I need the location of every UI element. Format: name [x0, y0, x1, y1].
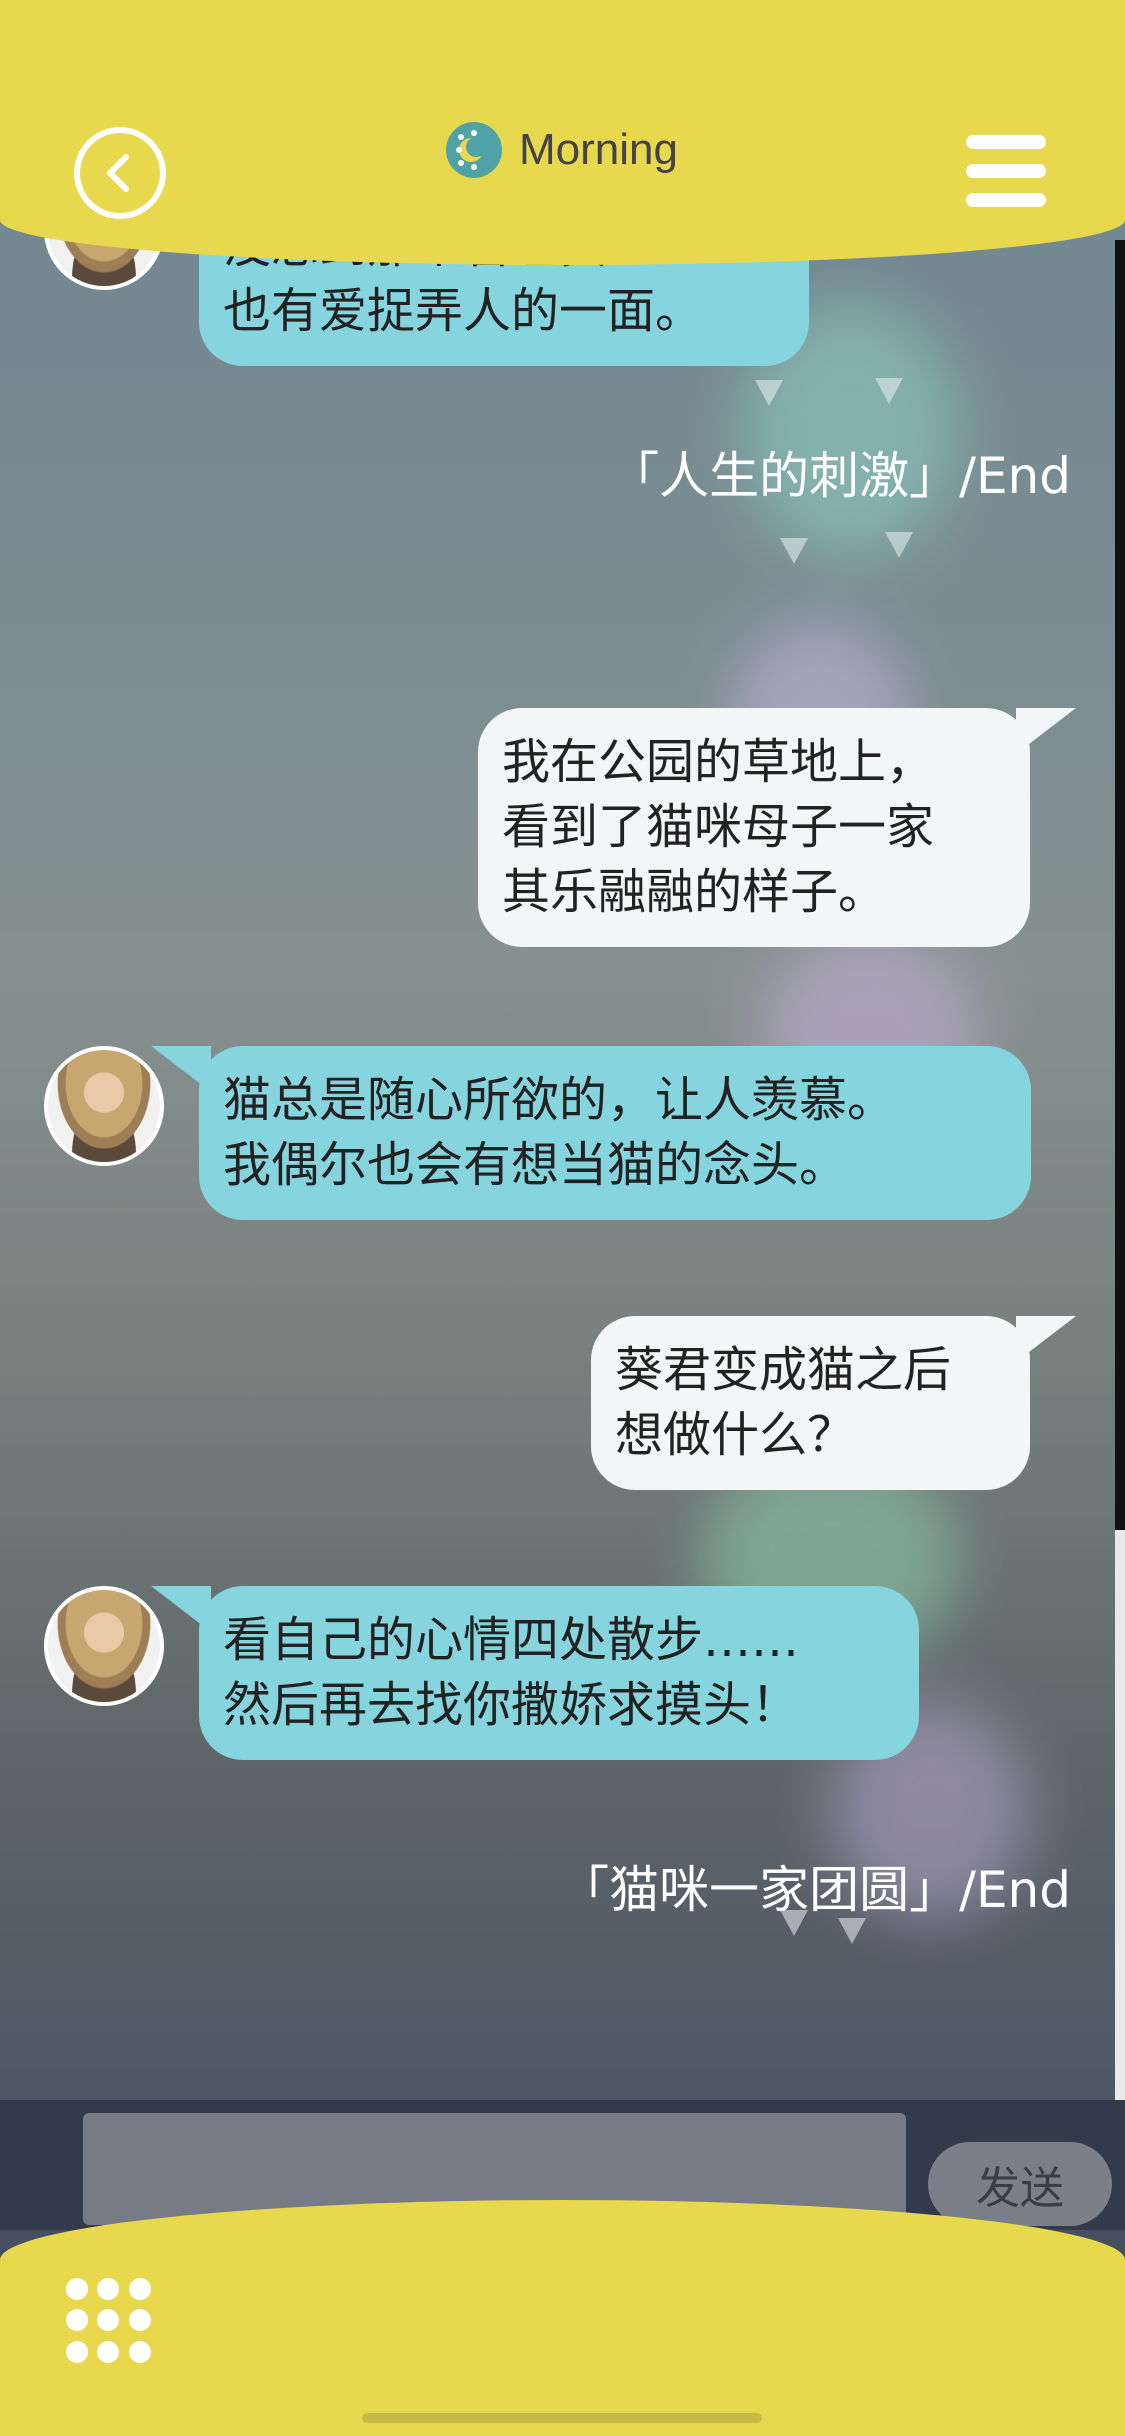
chat-area[interactable]: 没想到那个管理员 也有爱捉弄人的一面。 「人生的刺激」/End 我在公园的草地上… — [0, 0, 1125, 2100]
message-bubble-self: 我在公园的草地上， 看到了猫咪母子一家 其乐融融的样子。 — [478, 708, 1076, 947]
story-end-label: 「猫咪一家团圆」/End — [559, 1861, 1071, 1919]
avatar — [44, 1046, 164, 1166]
menu-button[interactable] — [966, 135, 1046, 207]
page-title: Morning — [519, 125, 678, 174]
chevron-left-icon — [107, 154, 129, 192]
avatar — [44, 1586, 164, 1706]
message-bubble-self: 葵君变成猫之后 想做什么？ — [591, 1316, 1076, 1490]
message-bubble-partner: 猫总是随心所欲的，让人羡慕。 我偶尔也会有想当猫的念头。 — [151, 1046, 1031, 1220]
send-button[interactable]: 发送 — [928, 2142, 1112, 2226]
bottom-bar — [0, 2200, 1125, 2436]
story-end-label: 「人生的刺激」/End — [609, 447, 1071, 505]
back-button[interactable] — [74, 127, 166, 219]
message-bubble-partner: 看自己的心情四处散步…… 然后再去找你撒娇求摸头！ — [151, 1586, 919, 1760]
home-indicator[interactable] — [362, 2413, 762, 2423]
grid-dots-icon — [66, 2278, 88, 2300]
hamburger-menu-icon — [966, 135, 1046, 149]
title-group: Morning — [445, 118, 678, 182]
top-bar: Morning — [0, 0, 1125, 265]
grid-menu-button[interactable] — [66, 2278, 152, 2364]
sun-moon-icon — [446, 122, 502, 178]
